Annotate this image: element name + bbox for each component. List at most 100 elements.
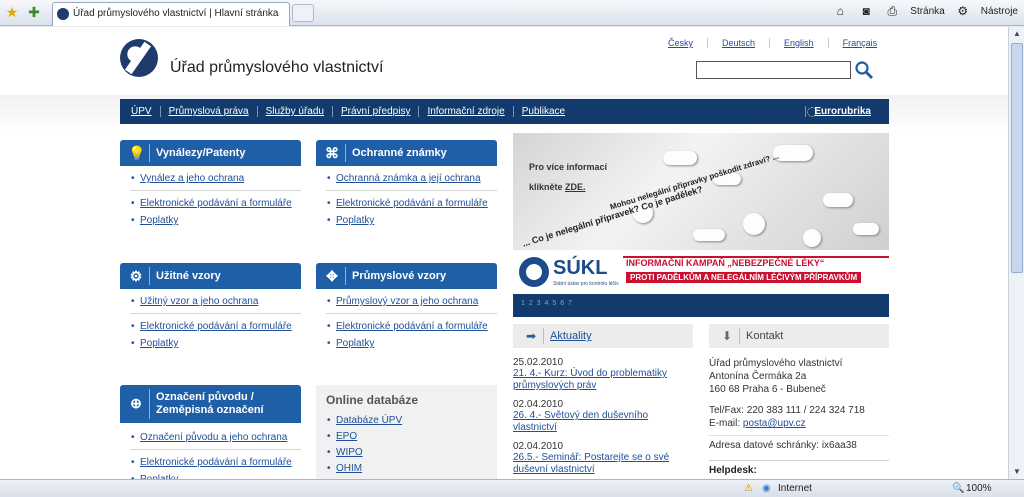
- header-divider: [149, 267, 150, 285]
- nav-upv[interactable]: ÚPV: [120, 106, 160, 117]
- sukl-name: SÚKL: [553, 257, 608, 279]
- link-poplatky[interactable]: Poplatky: [326, 212, 497, 229]
- helpdesk-heading: Helpdesk:: [709, 460, 889, 476]
- header-divider: [739, 328, 740, 344]
- header-divider: [345, 267, 346, 285]
- page-viewport: Úřad průmyslového vlastnictví Česky Deut…: [0, 27, 1008, 479]
- block-designs-links: Průmyslový vzor a jeho ochrana Elektroni…: [326, 296, 497, 352]
- news-link[interactable]: 26. 4.- Světový den duševního vlastnictv…: [513, 410, 693, 434]
- link-poplatky[interactable]: Poplatky: [130, 212, 301, 229]
- news-list: 25.02.2010 21. 4.- Kurz: Úvod do problem…: [513, 355, 693, 479]
- tools-menu[interactable]: Nástroje: [981, 6, 1018, 17]
- banner-info-line2: klikněte: [529, 182, 566, 192]
- contact-header: ⬇ Kontakt: [709, 324, 889, 348]
- globe-icon: ⊕: [130, 395, 142, 411]
- new-tab-button[interactable]: [292, 4, 314, 22]
- lang-francais[interactable]: Français: [827, 38, 892, 48]
- link-uzitny-vzor-ochrana[interactable]: Užitný vzor a jeho ochrana: [130, 296, 301, 314]
- online-databases-box: Online databáze Databáze ÚPV EPO WIPO OH…: [316, 385, 497, 479]
- list-item: Databáze ÚPV: [326, 415, 402, 426]
- block-origin-title-line1: Označení původu /: [156, 391, 254, 403]
- link-elektronicke-podavani[interactable]: Elektronické podávání a formuláře: [326, 318, 497, 335]
- news-link[interactable]: 26.5.- Seminář: Postarejte se o své duše…: [513, 452, 693, 476]
- link-poplatky[interactable]: Poplatky: [130, 471, 301, 479]
- zoom-level[interactable]: 100%: [966, 483, 992, 494]
- security-warning-icon[interactable]: ⚠: [744, 483, 753, 494]
- link-epo[interactable]: EPO: [336, 431, 357, 442]
- link-elektronicke-podavani[interactable]: Elektronické podávání a formuláře: [130, 318, 301, 335]
- link-poplatky[interactable]: Poplatky: [326, 335, 497, 352]
- lightbulb-icon: 💡: [128, 145, 146, 161]
- link-poplatky[interactable]: Poplatky: [130, 335, 301, 352]
- contact-email-link[interactable]: posta@upv.cz: [743, 418, 806, 429]
- internet-zone-icon: ◉: [762, 483, 771, 494]
- block-patents-header[interactable]: 💡 Vynálezy/Patenty: [120, 140, 301, 166]
- feeds-icon[interactable]: ◙: [858, 4, 874, 18]
- scroll-down-arrow-icon[interactable]: ▼: [1009, 465, 1024, 479]
- news-link[interactable]: 21. 4.- Kurz: Úvod do problematiky průmy…: [513, 368, 693, 392]
- link-ochranna-znamka-ochrana[interactable]: Ochranná známka a její ochrana: [326, 173, 497, 191]
- page-menu[interactable]: Stránka: [910, 6, 944, 17]
- news-title: Aktuality: [550, 330, 592, 342]
- link-wipo[interactable]: WIPO: [336, 447, 363, 458]
- news-date: 02.04.2010: [513, 441, 564, 452]
- search-input[interactable]: [696, 61, 851, 79]
- nav-publikace[interactable]: Publikace: [512, 106, 573, 117]
- site-name[interactable]: Úřad průmyslového vlastnictví: [170, 59, 383, 77]
- block-origin-header[interactable]: ⊕ Označení původu / Zeměpisná označení: [120, 385, 301, 423]
- scroll-up-arrow-icon[interactable]: ▲: [1009, 27, 1024, 41]
- arrow-right-icon: ➡: [525, 329, 537, 343]
- list-item: EPO: [326, 431, 402, 442]
- block-designs-title: Průmyslové vzory: [352, 270, 447, 282]
- lang-english[interactable]: English: [769, 38, 828, 48]
- slide-numbers[interactable]: 1 2 3 4 5 6 7: [521, 300, 573, 307]
- header-divider: [543, 328, 544, 344]
- block-patents-links: Vynález a jeho ochrana Elektronické podá…: [130, 173, 301, 229]
- home-icon[interactable]: ⌂: [832, 4, 848, 18]
- link-ohim[interactable]: OHIM: [336, 463, 362, 474]
- link-elektronicke-podavani[interactable]: Elektronické podávání a formuláře: [130, 454, 301, 471]
- contact-city: 160 68 Praha 6 - Bubeneč: [709, 384, 826, 395]
- contact-tel: Tel/Fax: 220 383 111 / 224 324 718: [709, 405, 865, 416]
- banner-info: Pro více informací klikněte ZDE.: [529, 157, 607, 197]
- nav-eurorubrika[interactable]: Eurorubrika: [805, 106, 879, 117]
- link-prumyslovy-vzor-ochrana[interactable]: Průmyslový vzor a jeho ochrana: [326, 296, 497, 314]
- arrow-down-icon: ⬇: [721, 329, 733, 343]
- news-header[interactable]: ➡ Aktuality: [513, 324, 693, 348]
- link-vynalez-ochrana[interactable]: Vynález a jeho ochrana: [130, 173, 301, 191]
- header-divider: [149, 144, 150, 162]
- link-databaze-upv[interactable]: Databáze ÚPV: [336, 415, 402, 426]
- block-origin-title-line2: Zeměpisná označení: [156, 404, 264, 416]
- vertical-scrollbar[interactable]: ▲ ▼: [1008, 27, 1024, 479]
- link-oznaceni-puvodu-ochrana[interactable]: Označení původu a jeho ochrana: [130, 432, 301, 450]
- favorites-star-icon[interactable]: ★: [4, 4, 20, 20]
- browser-tab[interactable]: Úřad průmyslového vlastnictví | Hlavní s…: [52, 2, 290, 26]
- tab-title: Úřad průmyslového vlastnictví | Hlavní s…: [73, 8, 279, 19]
- upv-logo[interactable]: [120, 39, 158, 77]
- block-utility-models-title: Užitné vzory: [156, 270, 221, 282]
- banner-info-link[interactable]: ZDE.: [565, 182, 586, 192]
- tools-gear-icon: ⚙: [957, 4, 969, 18]
- search-icon[interactable]: [854, 60, 874, 80]
- block-designs-header[interactable]: ✥ Průmyslové vzory: [316, 263, 497, 289]
- list-item: WIPO: [326, 447, 402, 458]
- nav-informacni-zdroje[interactable]: Informační zdroje: [418, 106, 512, 117]
- scrollbar-thumb[interactable]: [1011, 43, 1023, 273]
- lang-cesky[interactable]: Česky: [668, 38, 707, 48]
- link-elektronicke-podavani[interactable]: Elektronické podávání a formuláře: [130, 195, 301, 212]
- lang-deutsch[interactable]: Deutsch: [707, 38, 769, 48]
- slide-selector: 1 2 3 4 5 6 7: [513, 294, 889, 317]
- nav-pravni-predpisy[interactable]: Právní předpisy: [331, 106, 418, 117]
- online-databases-title: Online databáze: [326, 393, 419, 407]
- block-utility-models-header[interactable]: ⚙ Užitné vzory: [120, 263, 301, 289]
- nav-prumyslova-prava[interactable]: Průmyslová práva: [159, 106, 257, 117]
- nav-sluzby-uradu[interactable]: Služby úřadu: [256, 106, 332, 117]
- print-icon[interactable]: ⎙: [884, 4, 900, 18]
- campaign-banner[interactable]: Pro více informací klikněte ZDE. ... Co …: [513, 133, 889, 317]
- block-utility-models-links: Užitný vzor a jeho ochrana Elektronické …: [130, 296, 301, 352]
- language-switcher: Česky Deutsch English Français: [668, 38, 891, 48]
- block-patents-title: Vynálezy/Patenty: [156, 147, 246, 159]
- block-trademarks-header[interactable]: ⌘ Ochranné známky: [316, 140, 497, 166]
- link-elektronicke-podavani[interactable]: Elektronické podávání a formuláře: [326, 195, 497, 212]
- add-favorites-icon[interactable]: ✚: [26, 4, 42, 20]
